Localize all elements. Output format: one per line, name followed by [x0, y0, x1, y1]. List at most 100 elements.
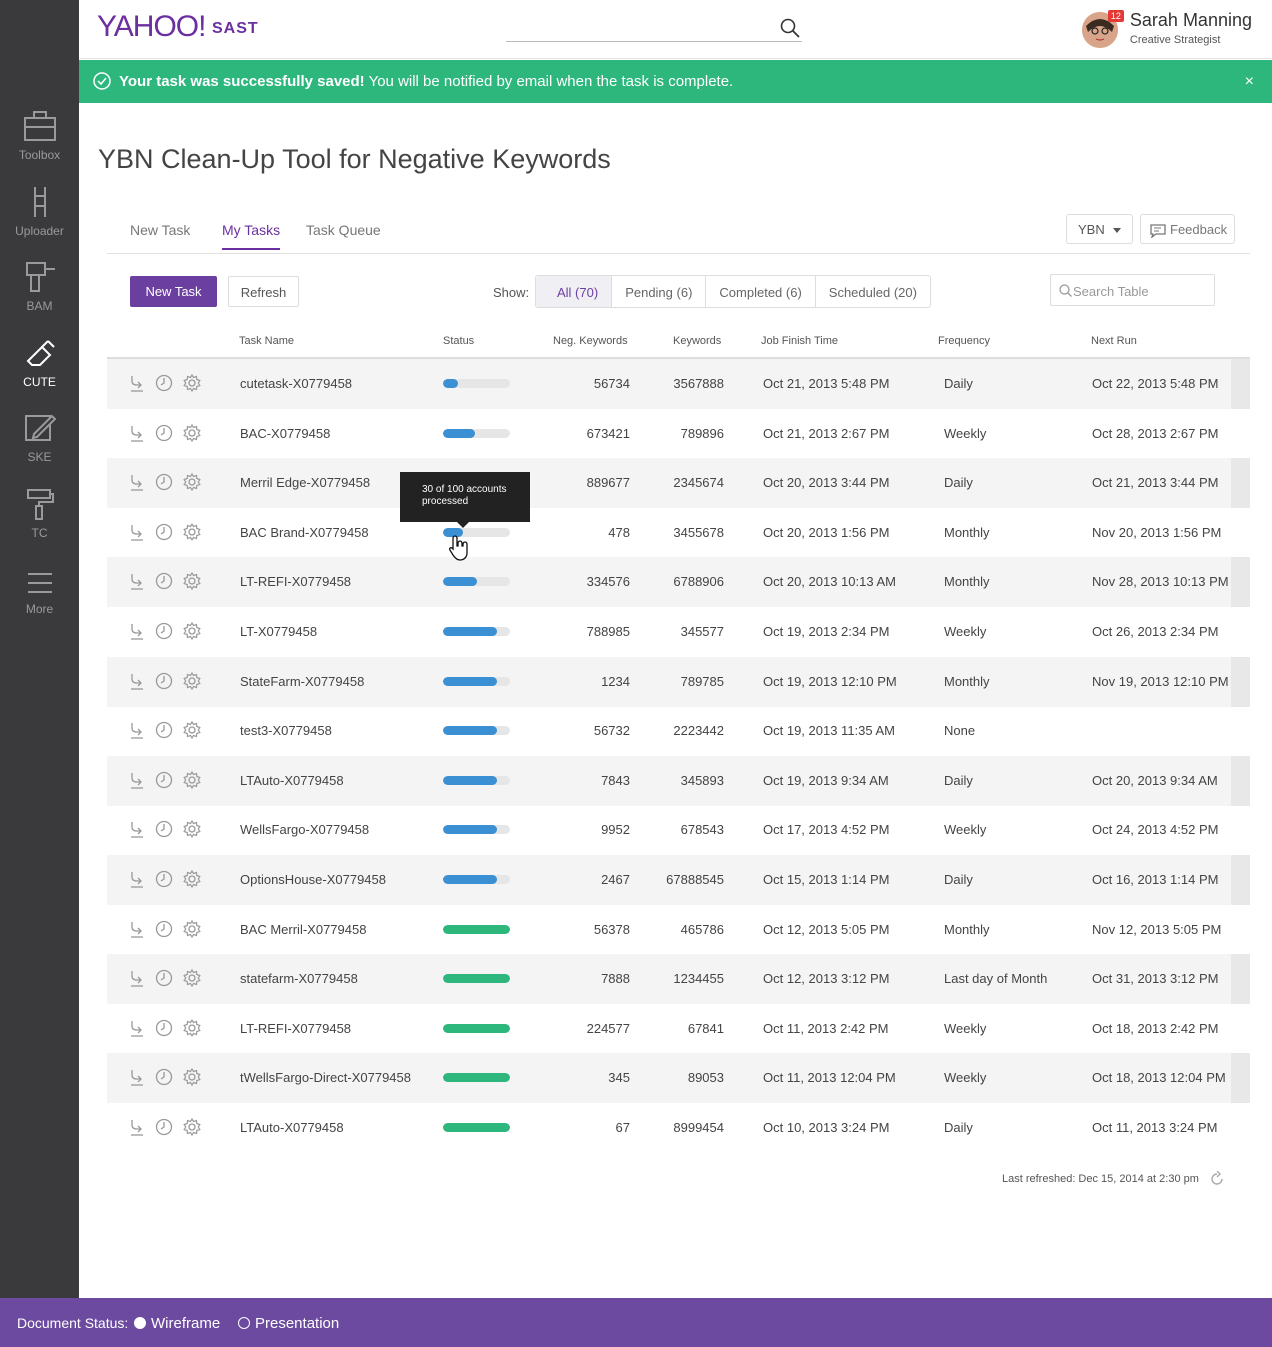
progress-bar[interactable]: [443, 924, 510, 934]
download-icon[interactable]: [129, 424, 145, 445]
filter-completed[interactable]: Completed (6): [705, 276, 814, 307]
cell-name[interactable]: LT-REFI-X0779458: [240, 1021, 351, 1036]
cell-name[interactable]: BAC Brand-X0779458: [240, 525, 369, 540]
cell-name[interactable]: Merril Edge-X0779458: [240, 475, 370, 490]
download-icon[interactable]: [129, 969, 145, 990]
gear-icon[interactable]: [183, 423, 201, 445]
sidebar-item-cute[interactable]: CUTE: [0, 337, 79, 389]
progress-bar[interactable]: [443, 726, 510, 736]
filter-all[interactable]: All (70): [536, 276, 612, 307]
cell-name[interactable]: BAC Merril-X0779458: [240, 922, 366, 937]
refresh-icon[interactable]: [1209, 1171, 1225, 1187]
column-header[interactable]: Next Run: [1091, 335, 1137, 347]
table-row[interactable]: LTAuto-X0779458 7843 345893 Oct 19, 2013 9:…: [107, 755, 1250, 806]
clock-icon[interactable]: [155, 771, 173, 792]
progress-bar[interactable]: [443, 676, 510, 686]
radio-wireframe[interactable]: Wireframe: [134, 1315, 220, 1332]
download-icon[interactable]: [129, 771, 145, 792]
network-select[interactable]: YBN: [1066, 214, 1133, 244]
search-icon[interactable]: [780, 18, 800, 38]
table-row[interactable]: cutetask-X0779458 56734 3567888 Oct 21, 201…: [107, 359, 1250, 409]
table-row[interactable]: tWellsFargo-Direct-X0779458 345 89053 Oct 1…: [107, 1053, 1250, 1104]
gear-icon[interactable]: [183, 1068, 201, 1089]
sidebar-item-more[interactable]: More: [0, 570, 79, 616]
radio-presentation[interactable]: Presentation: [238, 1315, 339, 1332]
tab-task-queue[interactable]: Task Queue: [306, 222, 381, 248]
global-search[interactable]: [506, 14, 802, 42]
download-icon[interactable]: [129, 1019, 145, 1040]
column-header[interactable]: Frequency: [938, 335, 990, 347]
clock-icon[interactable]: [155, 523, 173, 544]
clock-icon[interactable]: [155, 1118, 173, 1139]
clock-icon[interactable]: [155, 1068, 173, 1089]
sidebar-item-uploader[interactable]: Uploader: [0, 186, 79, 238]
progress-bar[interactable]: [443, 379, 510, 388]
progress-bar[interactable]: [443, 1123, 510, 1132]
download-icon[interactable]: [129, 473, 145, 494]
column-header[interactable]: Task Name: [239, 335, 294, 347]
progress-bar[interactable]: [443, 974, 510, 984]
download-icon[interactable]: [129, 1118, 145, 1139]
feedback-button[interactable]: Feedback: [1140, 214, 1235, 244]
gear-icon[interactable]: [183, 473, 201, 494]
progress-bar[interactable]: [443, 428, 510, 438]
cell-name[interactable]: BAC-X0779458: [240, 426, 330, 441]
cell-name[interactable]: statefarm-X0779458: [240, 971, 358, 986]
gear-icon[interactable]: [183, 820, 201, 841]
sidebar-item-toolbox[interactable]: Toolbox: [0, 110, 79, 162]
column-header[interactable]: Neg. Keywords: [553, 335, 628, 347]
table-row[interactable]: LT-REFI-X0779458 224577 67841 Oct 11, 2013 …: [107, 1004, 1250, 1054]
progress-bar[interactable]: [443, 577, 510, 587]
table-row[interactable]: Merril Edge-X0779458 889677 2345674 Oct 20,…: [107, 458, 1250, 509]
clock-icon[interactable]: [155, 672, 173, 693]
clock-icon[interactable]: [155, 721, 173, 742]
clock-icon[interactable]: [155, 1019, 173, 1040]
cell-name[interactable]: test3-X0779458: [240, 723, 332, 738]
cell-name[interactable]: cutetask-X0779458: [240, 376, 352, 391]
progress-bar[interactable]: [443, 1023, 510, 1033]
new-task-button[interactable]: New Task: [130, 276, 217, 307]
user-menu[interactable]: 12 Sarah Manning Creative Strategist: [1081, 10, 1252, 50]
clock-icon[interactable]: [155, 870, 173, 891]
table-row[interactable]: BAC-X0779458 673421 789896 Oct 21, 2013 2:6…: [107, 409, 1250, 459]
cell-name[interactable]: StateFarm-X0779458: [240, 674, 364, 689]
download-icon[interactable]: [129, 672, 145, 693]
table-row[interactable]: LTAuto-X0779458 67 8999454 Oct 10, 2013 3:2…: [107, 1103, 1250, 1153]
cell-name[interactable]: LTAuto-X0779458: [240, 773, 344, 788]
cell-name[interactable]: LT-REFI-X0779458: [240, 574, 351, 589]
download-icon[interactable]: [129, 721, 145, 742]
column-header[interactable]: Job Finish Time: [761, 335, 838, 347]
clock-icon[interactable]: [155, 424, 173, 445]
gear-icon[interactable]: [183, 572, 201, 593]
table-row[interactable]: BAC Brand-X0779458 478 3455678 Oct 20, 2013…: [107, 508, 1250, 558]
sidebar-item-tc[interactable]: TC: [0, 488, 79, 540]
column-header[interactable]: Status: [443, 335, 474, 347]
download-icon[interactable]: [129, 920, 145, 941]
cell-name[interactable]: WellsFargo-X0779458: [240, 822, 369, 837]
download-icon[interactable]: [129, 572, 145, 593]
gear-icon[interactable]: [183, 1018, 201, 1040]
clock-icon[interactable]: [155, 622, 173, 643]
clock-icon[interactable]: [155, 374, 173, 395]
table-row[interactable]: LT-X0779458 788985 345577 Oct 19, 2013 2:34…: [107, 607, 1250, 657]
clock-icon[interactable]: [155, 969, 173, 990]
cell-name[interactable]: tWellsFargo-Direct-X0779458: [240, 1070, 411, 1085]
table-row[interactable]: WellsFargo-X0779458 9952 678543 Oct 17, 201…: [107, 805, 1250, 855]
gear-icon[interactable]: [183, 1117, 201, 1139]
gear-icon[interactable]: [183, 373, 201, 395]
gear-icon[interactable]: [183, 621, 201, 643]
gear-icon[interactable]: [183, 919, 201, 941]
close-icon[interactable]: ×: [1245, 73, 1254, 91]
sidebar-item-ske[interactable]: SKE: [0, 412, 79, 464]
table-row[interactable]: BAC Merril-X0779458 56378 465786 Oct 12, 20…: [107, 905, 1250, 955]
gear-icon[interactable]: [183, 770, 201, 792]
table-row[interactable]: statefarm-X0779458 7888 1234455 Oct 12, 201…: [107, 954, 1250, 1005]
column-header[interactable]: Keywords: [673, 335, 721, 347]
filter-pending[interactable]: Pending (6): [611, 276, 705, 307]
yahoo-logo[interactable]: YAHOO!: [97, 10, 206, 44]
progress-bar[interactable]: [443, 627, 510, 636]
sidebar-item-bam[interactable]: BAM: [0, 261, 79, 313]
refresh-button[interactable]: Refresh: [228, 276, 299, 307]
gear-icon[interactable]: [183, 969, 201, 990]
gear-icon[interactable]: [183, 522, 201, 544]
